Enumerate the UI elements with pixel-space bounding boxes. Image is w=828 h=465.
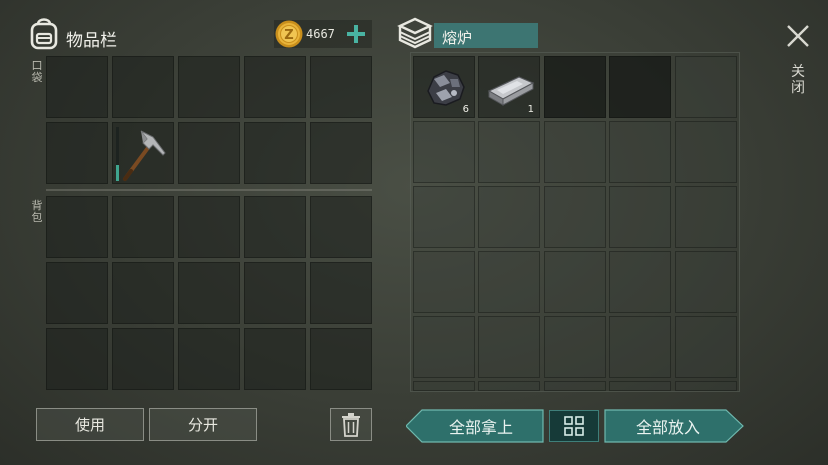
pocket-slot[interactable]	[112, 56, 174, 118]
add-coins-button[interactable]	[344, 22, 368, 46]
divider	[46, 189, 372, 191]
pickaxe-icon	[123, 130, 166, 181]
furnace-slot[interactable]	[478, 316, 540, 378]
backpack-slot[interactable]	[112, 262, 174, 324]
backpack-slot[interactable]	[310, 328, 372, 390]
pocket-slot[interactable]	[244, 56, 306, 118]
close-label[interactable]: 关闭	[790, 64, 806, 96]
furnace-slot[interactable]	[413, 186, 475, 248]
coin-icon: Z	[275, 20, 303, 48]
furnace-slot[interactable]	[413, 316, 475, 378]
close-icon	[787, 25, 809, 47]
pocket-slot[interactable]	[46, 56, 108, 118]
furnace-slot[interactable]	[675, 56, 737, 118]
item-count: 1	[527, 104, 534, 115]
furnace-slot[interactable]	[413, 121, 475, 183]
trash-icon	[342, 412, 360, 437]
pocket-slot[interactable]	[310, 56, 372, 118]
durability-fill	[116, 164, 119, 181]
furnace-slot[interactable]	[478, 121, 540, 183]
pocket-label: 口袋	[31, 59, 43, 84]
backpack-label: 背包	[31, 199, 43, 224]
close-button[interactable]	[782, 20, 814, 52]
pocket-slot[interactable]	[244, 122, 306, 184]
backpack-slot[interactable]	[244, 196, 306, 258]
furnace-slot[interactable]	[675, 381, 737, 391]
furnace-slot[interactable]	[675, 251, 737, 313]
backpack-slot[interactable]	[46, 262, 108, 324]
furnace-slot[interactable]	[609, 186, 671, 248]
furnace-slot[interactable]	[478, 186, 540, 248]
furnace-slot[interactable]	[544, 186, 606, 248]
furnace-slot[interactable]	[544, 251, 606, 313]
backpack-slot[interactable]	[178, 262, 240, 324]
pocket-slot-pickaxe[interactable]	[112, 122, 174, 184]
backpack-slot[interactable]	[46, 196, 108, 258]
furnace-slot[interactable]	[609, 251, 671, 313]
backpack-slot[interactable]	[112, 196, 174, 258]
backpack-slot[interactable]	[46, 328, 108, 390]
furnace-slot[interactable]	[609, 316, 671, 378]
sort-button[interactable]	[549, 410, 599, 442]
furnace-slot[interactable]	[544, 56, 606, 118]
furnace-slot-ingot[interactable]: 1	[478, 56, 540, 118]
backpack-slot[interactable]	[244, 262, 306, 324]
furnace-slot[interactable]	[413, 381, 475, 391]
backpack-slot[interactable]	[244, 328, 306, 390]
put-all-label: 全部放入	[635, 418, 700, 437]
furnace-slot[interactable]	[544, 316, 606, 378]
inventory-title: 物品栏	[66, 31, 117, 51]
furnace-slot[interactable]	[675, 186, 737, 248]
backpack-slot[interactable]	[310, 196, 372, 258]
furnace-slot[interactable]	[675, 316, 737, 378]
furnace-title: 熔炉	[442, 29, 473, 47]
pocket-slot[interactable]	[178, 122, 240, 184]
coin-amount: 4667	[306, 27, 335, 41]
split-button[interactable]: 分开	[149, 408, 257, 441]
backpack-slot[interactable]	[178, 196, 240, 258]
backpack-slot[interactable]	[112, 328, 174, 390]
furnace-slot[interactable]	[544, 381, 606, 391]
furnace-slot[interactable]	[413, 251, 475, 313]
furnace-slot[interactable]	[609, 381, 671, 391]
coin-letter: Z	[284, 28, 293, 43]
furnace-slot[interactable]	[675, 121, 737, 183]
durability-bar	[116, 127, 119, 181]
furnace-slot[interactable]	[478, 381, 540, 391]
put-all-button[interactable]: 全部放入	[604, 409, 744, 443]
backpack-icon	[30, 18, 58, 50]
backpack-slot[interactable]	[178, 328, 240, 390]
furnace-slot[interactable]	[609, 121, 671, 183]
furnace-slot[interactable]	[544, 121, 606, 183]
furnace-slot[interactable]	[478, 251, 540, 313]
backpack-slot[interactable]	[310, 262, 372, 324]
furnace-slot-ore[interactable]: 6	[413, 56, 475, 118]
furnace-icon	[397, 17, 433, 49]
pocket-slot[interactable]	[310, 122, 372, 184]
plus-icon	[347, 25, 365, 43]
use-button[interactable]: 使用	[36, 408, 144, 441]
grid-icon	[564, 416, 584, 436]
pocket-slot[interactable]	[178, 56, 240, 118]
furnace-slot[interactable]	[609, 56, 671, 118]
trash-button[interactable]	[330, 408, 372, 441]
take-all-button[interactable]: 全部拿上	[405, 409, 544, 443]
pocket-slot[interactable]	[46, 122, 108, 184]
item-count: 6	[462, 104, 469, 115]
take-all-label: 全部拿上	[448, 418, 513, 437]
